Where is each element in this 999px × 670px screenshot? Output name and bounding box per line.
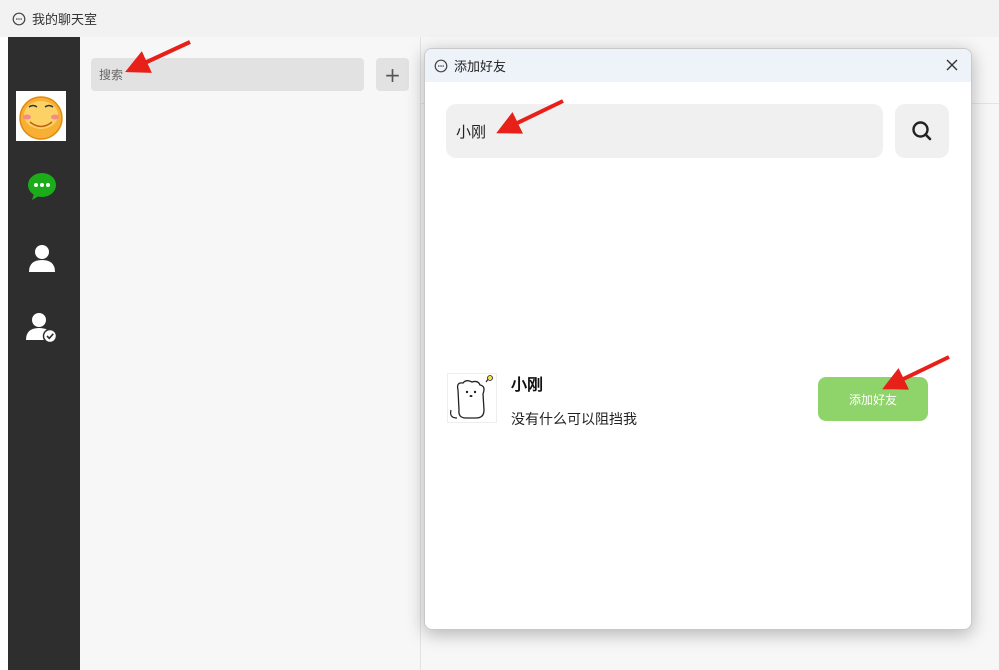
result-signature: 没有什么可以阻挡我 bbox=[511, 412, 637, 428]
chat-bubble-icon bbox=[12, 12, 26, 26]
window-titlebar: 我的聊天室 bbox=[0, 0, 999, 37]
result-name: 小刚 bbox=[511, 375, 544, 394]
bear-sticker-icon bbox=[450, 375, 493, 419]
chat-bubble-icon bbox=[434, 59, 448, 73]
nav-rail bbox=[8, 37, 80, 670]
dialog-title: 添加好友 bbox=[454, 60, 507, 75]
smiley-avatar-icon bbox=[19, 96, 63, 140]
nav-contacts[interactable] bbox=[24, 240, 60, 276]
search-icon bbox=[912, 121, 932, 141]
close-icon bbox=[946, 59, 958, 71]
add-button[interactable]: + bbox=[376, 58, 409, 91]
result-avatar bbox=[447, 373, 497, 423]
person-icon bbox=[29, 245, 55, 272]
window-title: 我的聊天室 bbox=[32, 13, 98, 28]
search-button[interactable] bbox=[895, 104, 949, 158]
conversation-list-pane: + bbox=[80, 37, 421, 670]
add-friend-dialog: 添加好友 小刚 没有什么可以阻挡我 添加好友 bbox=[424, 48, 972, 630]
person-check-icon bbox=[26, 313, 58, 343]
dialog-header: 添加好友 bbox=[425, 49, 971, 82]
friend-search-input[interactable] bbox=[446, 104, 883, 158]
user-avatar[interactable] bbox=[16, 91, 66, 141]
close-button[interactable] bbox=[941, 54, 963, 76]
add-friend-button[interactable]: 添加好友 bbox=[818, 377, 928, 421]
chat-bubble-icon bbox=[28, 173, 56, 200]
nav-friend-requests[interactable] bbox=[24, 309, 60, 345]
nav-chat[interactable] bbox=[24, 168, 60, 204]
search-input[interactable] bbox=[91, 58, 364, 91]
